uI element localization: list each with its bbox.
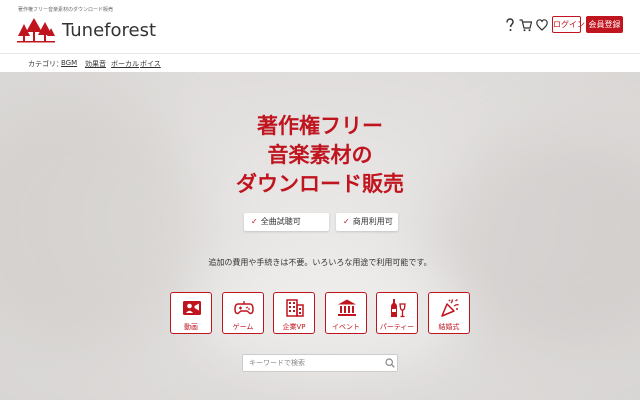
category-nav: カテゴリ： BGM 効果音 ボーカル ボイス	[0, 54, 640, 72]
nav-link-voice[interactable]: ボイス	[140, 59, 161, 69]
gamepad-icon	[234, 301, 254, 315]
nav-link-sfx[interactable]: 効果音	[85, 59, 106, 69]
category-card-wedding[interactable]: 結婚式	[428, 292, 470, 334]
search-box	[242, 354, 398, 372]
category-card-video[interactable]: 動画	[170, 292, 212, 334]
party-bottles-icon	[391, 299, 406, 318]
category-card-event[interactable]: イベント	[325, 292, 367, 334]
hero-headline-line-1: 著作権フリー	[257, 114, 383, 138]
celebration-icon	[441, 298, 459, 317]
building-icon	[286, 299, 304, 317]
category-label: 動画	[184, 323, 198, 331]
badge-commercial-use: ✓ 商用利用可	[336, 213, 398, 231]
hero-headline-line-3: ダウンロード販売	[236, 172, 404, 196]
brand-name[interactable]: Tuneforest	[62, 20, 156, 41]
nav-link-bgm[interactable]: BGM	[61, 59, 77, 67]
category-card-party[interactable]: パーティー	[376, 292, 418, 334]
hero-subtext: 追加の費用や手続きは不要。いろいろな用途で利用可能です。	[208, 258, 432, 267]
cart-icon[interactable]	[519, 18, 532, 32]
category-card-corporate-vp[interactable]: 企業VP	[273, 292, 315, 334]
search-icon[interactable]	[385, 358, 395, 368]
check-icon: ✓	[343, 217, 350, 226]
search-input[interactable]	[243, 355, 381, 371]
help-icon[interactable]	[505, 18, 515, 32]
category-label: カテゴリ：	[28, 60, 63, 68]
category-label: イベント	[332, 323, 360, 331]
category-label: 企業VP	[282, 323, 306, 331]
category-card-game[interactable]: ゲーム	[222, 292, 264, 334]
video-camera-icon	[183, 301, 201, 315]
category-label: パーティー	[379, 323, 415, 331]
badge-preview-all: ✓ 全曲試聴可	[244, 213, 329, 231]
tagline: 著作権フリー音楽素材のダウンロード販売	[18, 7, 114, 13]
site-header: 著作権フリー音楽素材のダウンロード販売 Tuneforest ログイン 会員登録	[0, 0, 640, 54]
venue-icon	[338, 299, 356, 316]
login-button[interactable]: ログイン	[552, 16, 585, 33]
hero-headline-line-2: 音楽素材の	[267, 143, 373, 167]
signup-button[interactable]: 会員登録	[586, 16, 623, 33]
heart-icon[interactable]	[536, 18, 548, 32]
tree-logo-icon[interactable]	[16, 16, 56, 44]
category-label: 結婚式	[438, 323, 460, 331]
check-icon: ✓	[251, 217, 258, 226]
nav-link-vocal[interactable]: ボーカル	[111, 59, 139, 69]
category-label: ゲーム	[232, 323, 254, 331]
